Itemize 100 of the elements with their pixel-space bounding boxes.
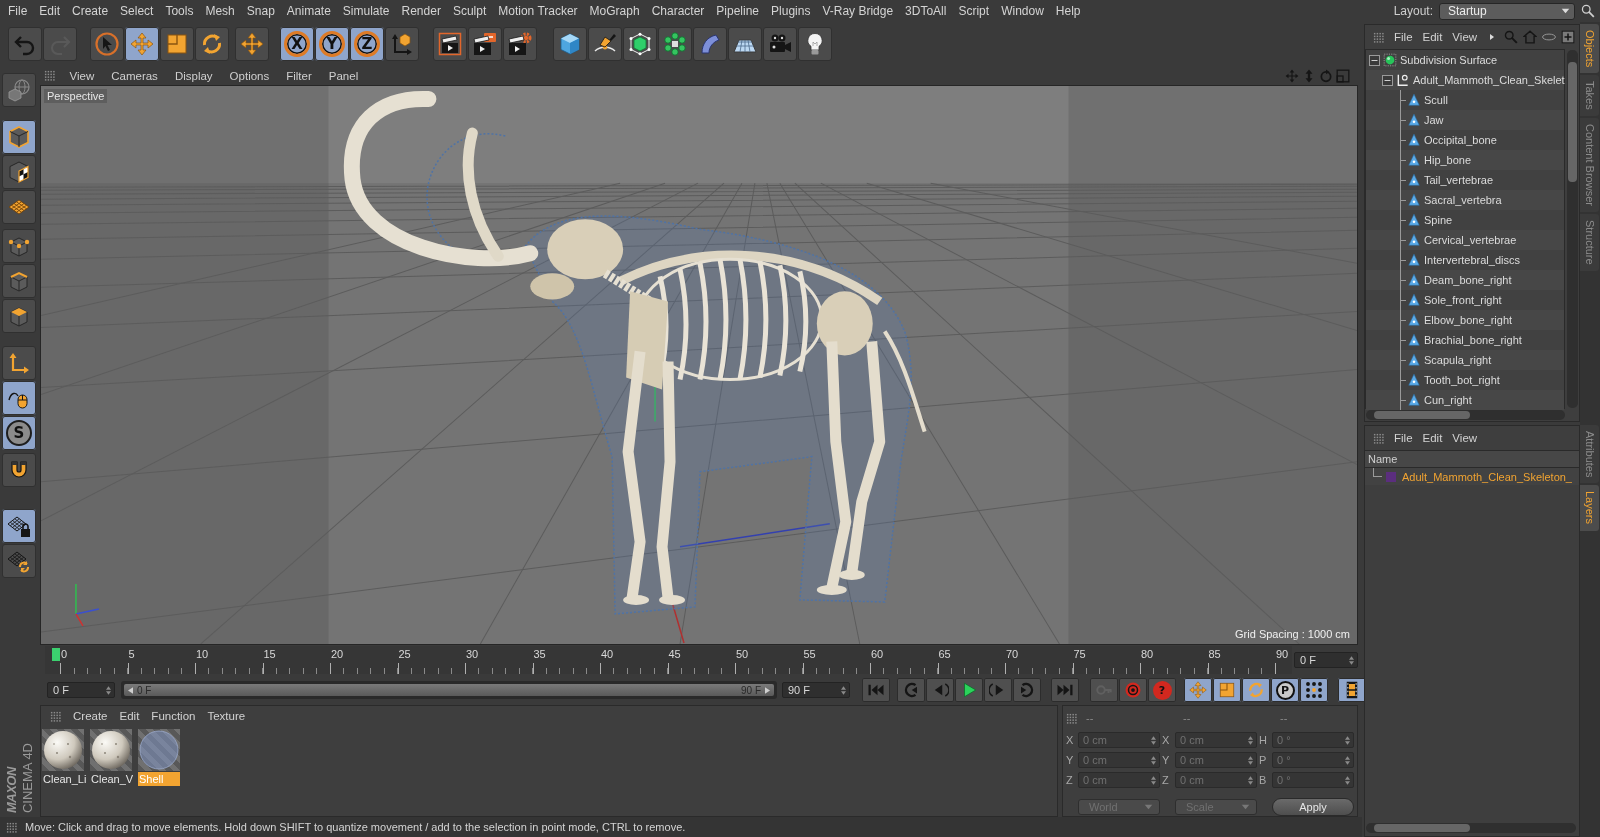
scale-key-button[interactable] (1213, 678, 1241, 702)
menu-item[interactable]: Create (67, 710, 114, 722)
planar-workplane-button[interactable] (2, 544, 36, 578)
snap-button[interactable] (2, 453, 36, 487)
record-button[interactable] (1119, 678, 1147, 702)
menu-item[interactable]: Edit (33, 4, 67, 18)
left-arrow-icon[interactable] (128, 686, 133, 694)
workplane-mode-button[interactable] (2, 190, 36, 224)
viewport-canvas[interactable]: Perspective Grid Spacing : 1000 cm (40, 85, 1358, 645)
y-axis-button[interactable]: Y (315, 27, 349, 61)
menu-item[interactable]: Motion Tracker (492, 4, 584, 18)
layer-color-swatch[interactable] (1386, 471, 1396, 482)
menu-item[interactable]: Edit (1417, 31, 1448, 43)
collapse-toggle-icon[interactable] (1382, 74, 1393, 86)
side-tab[interactable]: Layers (1580, 485, 1599, 531)
search-icon[interactable] (1581, 4, 1595, 18)
model-mode-button[interactable] (2, 120, 36, 154)
light-button[interactable] (798, 27, 832, 61)
menu-item[interactable]: Create (66, 4, 115, 18)
spinner-icon[interactable] (1345, 735, 1350, 745)
viewport-menu-item[interactable]: View (61, 69, 103, 82)
menu-item[interactable]: Script (952, 4, 996, 18)
menu-item[interactable]: Character (645, 4, 711, 18)
grip-icon[interactable] (44, 70, 55, 81)
timeline-window-button[interactable] (1338, 678, 1366, 702)
scale-tool-button[interactable] (160, 27, 194, 61)
current-frame-field[interactable]: 0 F (1294, 652, 1358, 668)
tweak-mode-button[interactable] (2, 381, 36, 415)
start-frame-field[interactable]: 0 F (47, 682, 115, 698)
menu-item[interactable]: Render (395, 4, 447, 18)
rotate-key-button[interactable] (1242, 678, 1270, 702)
end-frame-field[interactable]: 90 F (782, 682, 850, 698)
locked-workplane-button[interactable] (2, 509, 36, 543)
menu-item[interactable]: 3DToAll (899, 4, 953, 18)
move-tool-button[interactable] (125, 27, 159, 61)
menu-item[interactable]: File (1389, 432, 1418, 444)
menu-item[interactable]: View (1447, 432, 1483, 444)
move-key-button[interactable] (1184, 678, 1212, 702)
grip-icon[interactable] (1373, 31, 1384, 43)
menu-item[interactable]: Help (1049, 4, 1087, 18)
point-level-key-button[interactable] (1300, 678, 1328, 702)
scrollbar-thumb[interactable] (1374, 824, 1470, 832)
material-name[interactable]: Clean_Li (42, 772, 84, 786)
spinner-icon[interactable] (1349, 655, 1354, 665)
menu-item[interactable]: Snap (240, 4, 281, 18)
spinner-icon[interactable] (841, 685, 846, 695)
horizontal-scrollbar[interactable] (1366, 410, 1565, 420)
panel-toggle-icon[interactable] (1336, 68, 1350, 83)
ellipse-icon[interactable] (1542, 30, 1557, 44)
vertical-scrollbar[interactable] (1567, 50, 1578, 408)
points-mode-button[interactable] (2, 229, 36, 263)
z-axis-button[interactable]: Z (350, 27, 384, 61)
menu-item[interactable]: View (1447, 31, 1483, 43)
viewport-menu-item[interactable]: Cameras (102, 69, 167, 82)
menu-item[interactable]: Pipeline (710, 4, 766, 18)
stone-sphere-icon[interactable] (90, 729, 132, 771)
scrollbar-thumb[interactable] (1374, 411, 1470, 419)
grip-icon[interactable] (1373, 432, 1384, 444)
previous-key-button[interactable] (897, 678, 925, 702)
menu-item[interactable]: Edit (1417, 432, 1448, 444)
cloner-button[interactable] (658, 27, 692, 61)
grip-icon[interactable] (6, 821, 17, 833)
material-name[interactable]: Clean_V (90, 772, 132, 786)
menu-item[interactable]: V-Ray Bridge (816, 4, 900, 18)
menu-item[interactable]: Window (995, 4, 1050, 18)
stone-sphere-icon[interactable] (42, 729, 84, 771)
go-to-start-button[interactable] (862, 678, 890, 702)
subdivision-surface-button[interactable] (623, 27, 657, 61)
horizontal-scrollbar[interactable] (1366, 823, 1576, 833)
collapse-toggle-icon[interactable] (1369, 54, 1380, 66)
spinner-icon[interactable] (1345, 755, 1350, 765)
spinner-icon[interactable] (1248, 735, 1253, 745)
rotate-tool-button[interactable] (195, 27, 229, 61)
timeline-ruler[interactable]: 0 5 10 15 20 25 30 35 40 45 50 55 60 65 70 75 80 85 90 (45, 646, 1292, 674)
texture-mode-button[interactable] (2, 155, 36, 189)
autokey-button[interactable]: ? (1148, 678, 1176, 702)
menu-item[interactable]: File (1389, 31, 1418, 43)
spinner-icon[interactable] (1248, 755, 1253, 765)
menu-item[interactable]: Sculpt (446, 4, 493, 18)
scrollbar-thumb[interactable] (1568, 62, 1577, 182)
menu-item[interactable]: Tools (159, 4, 200, 18)
go-to-end-button[interactable] (1051, 678, 1079, 702)
bend-deformer-button[interactable] (693, 27, 727, 61)
grip-icon[interactable] (1066, 712, 1077, 724)
menu-item[interactable]: Select (114, 4, 160, 18)
viewport-menu-item[interactable]: Panel (320, 69, 367, 82)
menu-item[interactable]: MoGraph (583, 4, 646, 18)
right-arrow-icon[interactable] (765, 686, 770, 694)
menu-item[interactable]: Animate (280, 4, 337, 18)
viewport-menu-item[interactable]: Display (166, 69, 222, 82)
pen-button[interactable] (588, 27, 622, 61)
polygons-mode-button[interactable] (2, 299, 36, 333)
object-row[interactable]: Cun_right (1366, 390, 1564, 410)
play-button[interactable] (955, 678, 983, 702)
x-axis-button[interactable]: X (280, 27, 314, 61)
render-picture-viewer-button[interactable] (468, 27, 502, 61)
next-key-button[interactable] (1013, 678, 1041, 702)
render-settings-button[interactable] (503, 27, 537, 61)
layout-dropdown[interactable]: Startup (1439, 2, 1575, 20)
select-tool-button[interactable] (90, 27, 124, 61)
